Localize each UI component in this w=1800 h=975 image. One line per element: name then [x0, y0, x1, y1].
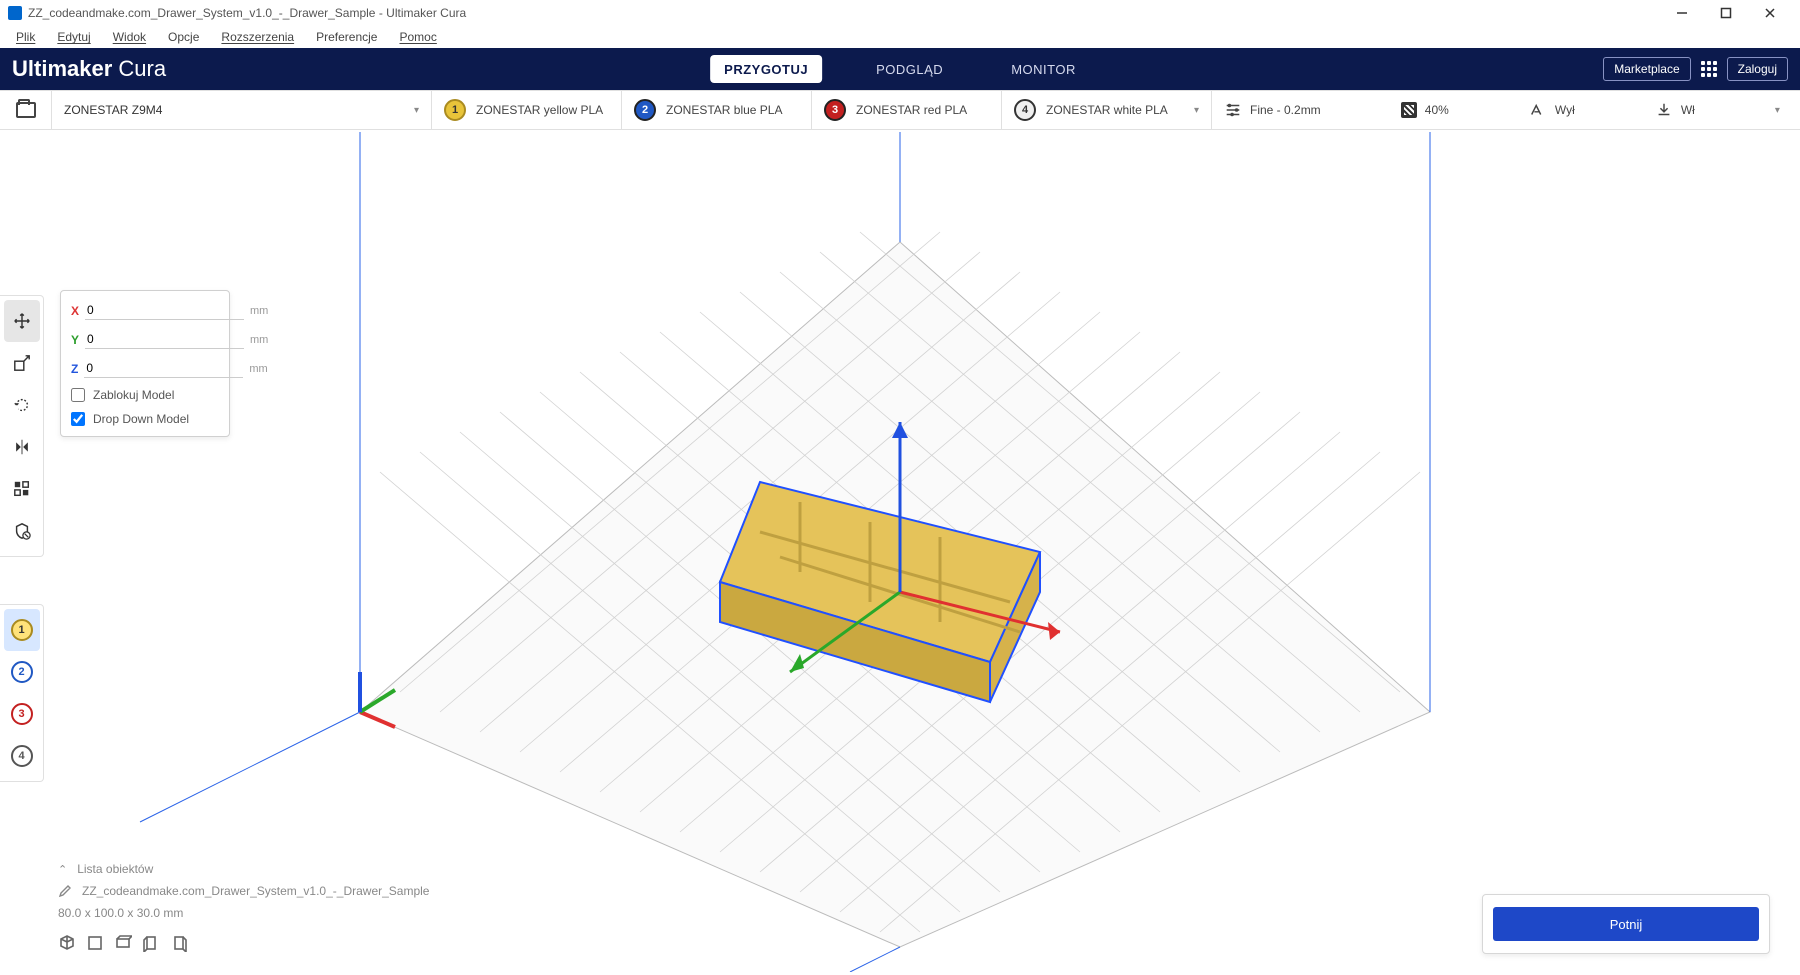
printer-name: ZONESTAR Z9M4 [64, 103, 162, 117]
view-mode-icons [58, 934, 429, 952]
tool-scale[interactable] [4, 342, 40, 384]
login-button[interactable]: Zaloguj [1727, 57, 1788, 81]
extruder-label-2: ZONESTAR blue PLA [666, 103, 782, 117]
stage-tab-preview[interactable]: PODGLĄD [862, 55, 957, 83]
extruder-toolbar: 1 2 3 4 [0, 604, 44, 782]
menu-file[interactable]: Plik [6, 28, 45, 46]
drop-down-checkbox[interactable]: Drop Down Model [71, 412, 219, 426]
support-setting: Wył [1529, 101, 1575, 119]
menu-options[interactable]: Opcje [158, 28, 209, 46]
left-toolbar [0, 295, 44, 557]
window-title: ZZ_codeandmake.com_Drawer_System_v1.0_-_… [28, 6, 466, 20]
position-z-input[interactable] [84, 359, 243, 378]
extruder-label-1: ZONESTAR yellow PLA [476, 103, 603, 117]
support-icon [1529, 101, 1547, 119]
lock-model-checkbox[interactable]: Zablokuj Model [71, 388, 219, 402]
extruder-1[interactable]: 1 ZONESTAR yellow PLA [432, 91, 622, 129]
infill-setting: 40% [1401, 102, 1449, 118]
extruder-label-3: ZONESTAR red PLA [856, 103, 967, 117]
adhesion-icon [1655, 101, 1673, 119]
extruder-select-4[interactable]: 4 [4, 735, 40, 777]
extruder-badge-1: 1 [444, 99, 466, 121]
adhesion-setting: Wł [1655, 101, 1695, 119]
position-x-input[interactable] [85, 301, 244, 320]
axis-x-label: X [71, 304, 79, 318]
viewport[interactable] [0, 132, 1800, 972]
tool-move[interactable] [4, 300, 40, 342]
stage-tabs: PRZYGOTUJ PODGLĄD MONITOR [710, 48, 1090, 90]
object-list-item[interactable]: ZZ_codeandmake.com_Drawer_System_v1.0_-_… [58, 884, 429, 898]
app-icon [8, 6, 22, 20]
extruder-badge-2: 2 [634, 99, 656, 121]
marketplace-button[interactable]: Marketplace [1603, 57, 1690, 81]
chevron-down-icon: ▾ [414, 105, 419, 116]
transform-panel: Xmm Ymm Zmm Zablokuj Model Drop Down Mod… [60, 290, 230, 437]
view-left-icon[interactable] [142, 934, 160, 952]
folder-icon [16, 102, 36, 118]
window-minimize-button[interactable] [1660, 0, 1704, 26]
menu-bar: Plik Edytuj Widok Opcje Rozszerzenia Pre… [0, 26, 1800, 48]
extruder-2[interactable]: 2 ZONESTAR blue PLA [622, 91, 812, 129]
extruder-badge-4: 4 [1014, 99, 1036, 121]
printer-selector[interactable]: ZONESTAR Z9M4 ▾ [52, 91, 432, 129]
open-file-button[interactable] [0, 91, 52, 129]
object-list-header[interactable]: ⌃ Lista obiektów [58, 862, 429, 876]
slice-button[interactable]: Potnij [1493, 907, 1759, 941]
view-top-icon[interactable] [114, 934, 132, 952]
window-maximize-button[interactable] [1704, 0, 1748, 26]
extruder-select-1[interactable]: 1 [4, 609, 40, 651]
tool-mirror[interactable] [4, 426, 40, 468]
pencil-icon [58, 884, 72, 898]
menu-preferences[interactable]: Preferencje [306, 28, 387, 46]
sliders-icon [1224, 101, 1242, 119]
extruder-label-4: ZONESTAR white PLA [1046, 103, 1168, 117]
profile-setting: Fine - 0.2mm [1224, 101, 1321, 119]
app-logo: Ultimaker Cura [12, 56, 166, 82]
extruder-4[interactable]: 4 ZONESTAR white PLA ▾ [1002, 91, 1212, 129]
settings-bar: ZONESTAR Z9M4 ▾ 1 ZONESTAR yellow PLA 2 … [0, 90, 1800, 130]
view-right-icon[interactable] [170, 934, 188, 952]
view-3d-icon[interactable] [58, 934, 76, 952]
stage-tab-prepare[interactable]: PRZYGOTUJ [710, 55, 822, 83]
position-y-input[interactable] [85, 330, 244, 349]
view-front-icon[interactable] [86, 934, 104, 952]
chevron-down-icon: ▾ [1194, 105, 1199, 116]
stage-tab-monitor[interactable]: MONITOR [997, 55, 1090, 83]
menu-extensions[interactable]: Rozszerzenia [211, 28, 304, 46]
extruder-badge-3: 3 [824, 99, 846, 121]
tool-support-blocker[interactable] [4, 510, 40, 552]
menu-help[interactable]: Pomoc [389, 28, 446, 46]
menu-view[interactable]: Widok [103, 28, 156, 46]
axis-z-label: Z [71, 362, 78, 376]
infill-icon [1401, 102, 1417, 118]
apps-icon[interactable] [1701, 61, 1717, 77]
menu-edit[interactable]: Edytuj [47, 28, 100, 46]
object-list-panel: ⌃ Lista obiektów ZZ_codeandmake.com_Draw… [58, 862, 429, 952]
window-titlebar: ZZ_codeandmake.com_Drawer_System_v1.0_-_… [0, 0, 1800, 26]
chevron-up-icon: ⌃ [58, 863, 67, 876]
window-close-button[interactable] [1748, 0, 1792, 26]
tool-rotate[interactable] [4, 384, 40, 426]
chevron-down-icon: ▾ [1775, 105, 1780, 116]
extruder-select-3[interactable]: 3 [4, 693, 40, 735]
object-dimensions: 80.0 x 100.0 x 30.0 mm [58, 906, 429, 920]
extruder-select-2[interactable]: 2 [4, 651, 40, 693]
print-settings-summary[interactable]: Fine - 0.2mm 40% Wył Wł ▾ [1212, 91, 1800, 129]
tool-per-model[interactable] [4, 468, 40, 510]
extruder-3[interactable]: 3 ZONESTAR red PLA [812, 91, 1002, 129]
slice-panel: Potnij [1482, 894, 1770, 954]
axis-y-label: Y [71, 333, 79, 347]
